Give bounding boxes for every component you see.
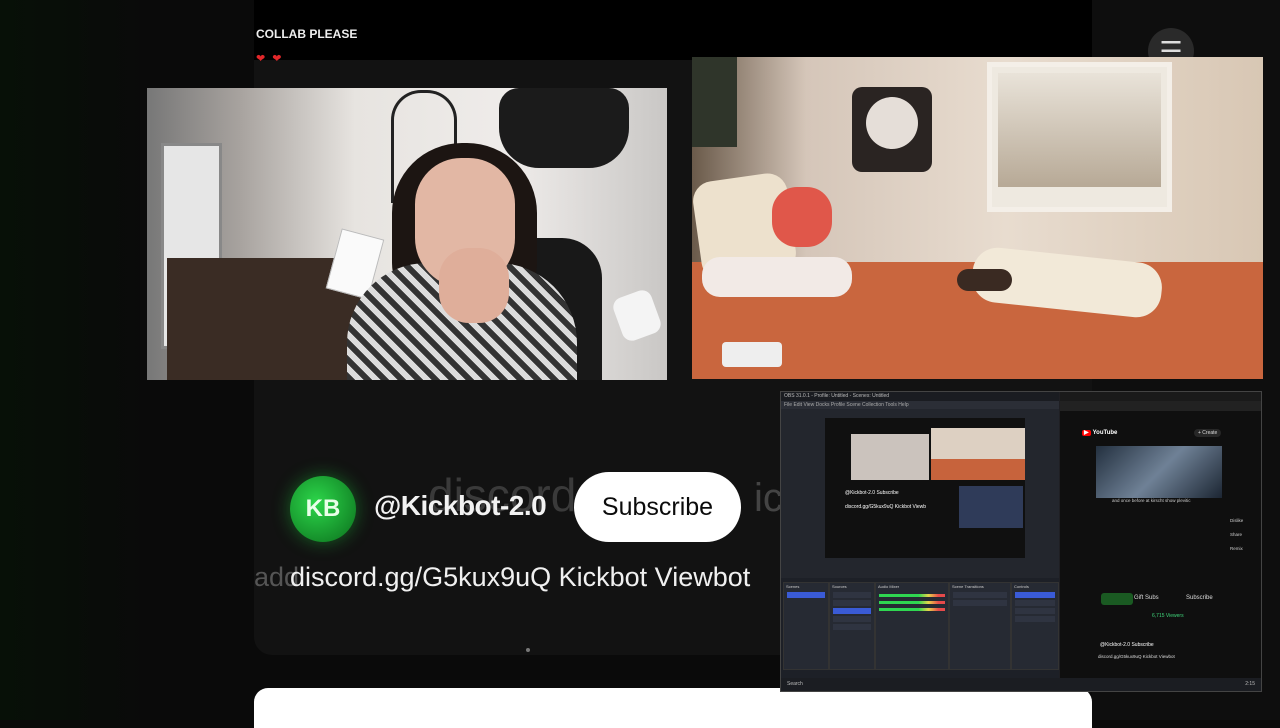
- dock-transitions: Scene Transitions: [949, 582, 1011, 670]
- viewer-count: 6,715 Viewers: [1152, 613, 1184, 619]
- dock-title: Audio Mixer: [878, 584, 900, 589]
- dock-item[interactable]: [1015, 608, 1055, 614]
- dock-title: Scene Transitions: [952, 584, 984, 589]
- dock-item[interactable]: [1015, 592, 1055, 598]
- cam2-window: [987, 62, 1172, 212]
- channel-avatar[interactable]: KB: [290, 476, 356, 542]
- cam2-power-strip: [722, 342, 782, 367]
- background-video-top: [254, 0, 1092, 60]
- dock-scenes: Scenes: [783, 582, 829, 670]
- dock-item[interactable]: [833, 616, 871, 622]
- cam2-white-pillow: [702, 257, 852, 297]
- taskbar-search: Search: [787, 681, 803, 687]
- taskbar: Search 2:15: [781, 678, 1261, 691]
- subscribe-button[interactable]: Subscribe: [574, 472, 741, 542]
- dock-item[interactable]: [833, 624, 871, 630]
- youtube-play-icon: ▶: [1082, 430, 1091, 436]
- cam2-bag-print: [852, 87, 932, 172]
- obs-preview-discord: discord.gg/G5kux9uQ Kickbot Viewb: [845, 504, 927, 510]
- gift-subs: Gift Subs: [1134, 595, 1159, 601]
- collab-text: COLLAB PLEASE: [256, 27, 358, 41]
- dock-controls: Controls: [1011, 582, 1059, 670]
- yt-green-button: [1101, 593, 1133, 605]
- bottom-white-bar: [254, 688, 1092, 728]
- obs-menubar: File Edit View Docks Profile Scene Colle…: [781, 401, 1059, 409]
- cam2-plant: [692, 57, 737, 147]
- discord-line: discord.gg/G5kux9uQ Kickbot Viewbot: [290, 562, 751, 592]
- dock-item[interactable]: [787, 592, 825, 598]
- webcam-bedroom: [692, 57, 1263, 379]
- cam2-red-pillow: [772, 187, 832, 247]
- cam2-sleeper: [957, 269, 1012, 291]
- dock-title: Sources: [832, 584, 847, 589]
- cam1-hand: [439, 248, 509, 323]
- browser-addressbar: [1060, 401, 1261, 411]
- yt-video: [1096, 446, 1222, 498]
- yt-subscribe: Subscribe: [1186, 595, 1213, 601]
- dock-item[interactable]: [833, 600, 871, 606]
- create-button: + Create: [1194, 429, 1222, 437]
- audio-meter: [879, 608, 945, 611]
- obs-preview-cam2: [931, 428, 1025, 480]
- taskbar-clock: 2:15: [1245, 681, 1255, 687]
- yt-discord: discord.gg/G5kux9uQ Kickbot Viewbot: [1098, 654, 1175, 659]
- youtube-logo-text: YouTube: [1092, 430, 1118, 436]
- obs-docks: Scenes Sources Audio Mixer Scene Transit…: [781, 578, 1059, 678]
- progress-dot: [526, 648, 530, 652]
- obs-preview-channel: @Kickbot-2.0 Subscribe: [845, 490, 899, 496]
- audio-meter: [879, 601, 945, 604]
- obs-titlebar: OBS 31.0.1 - Profile: Untitled - Scenes:…: [781, 392, 1059, 401]
- channel-name[interactable]: @Kickbot-2.0: [374, 490, 547, 522]
- browser-tabs: [1060, 392, 1261, 401]
- cam1-bag: [499, 88, 629, 168]
- cam2-window-view: [998, 73, 1161, 187]
- desktop-screenshot-thumbnail: OBS 31.0.1 - Profile: Untitled - Scenes:…: [780, 391, 1262, 692]
- dock-sources: Sources: [829, 582, 875, 670]
- youtube-logo: ▶ YouTube: [1082, 429, 1117, 436]
- webcam-person: S ,7: [147, 88, 667, 380]
- dock-item[interactable]: [1015, 600, 1055, 606]
- obs-preview: @Kickbot-2.0 Subscribe discord.gg/G5kux9…: [825, 418, 1025, 558]
- audio-meter: [879, 594, 945, 597]
- obs-preview-cam1: [851, 434, 929, 480]
- yt-side-actions: Dislike Share Remix: [1230, 514, 1243, 556]
- dock-title: Scenes: [786, 584, 800, 589]
- dock-item[interactable]: [953, 600, 1007, 606]
- dock-item[interactable]: [833, 592, 871, 598]
- dislike-label: Dislike: [1230, 518, 1244, 523]
- cam2-dog-print: [866, 97, 918, 149]
- dock-title: Controls: [1014, 584, 1029, 589]
- yt-video-caption: and once before at kirscht show plevitic: [1112, 498, 1191, 503]
- dock-item[interactable]: [1015, 616, 1055, 622]
- hearts-row: ❤ ❤: [256, 53, 284, 65]
- dock-item[interactable]: [953, 592, 1007, 598]
- share-label: Share: [1230, 532, 1243, 537]
- ghost-text-2: ic: [754, 476, 783, 520]
- dock-audio-mixer: Audio Mixer: [875, 582, 949, 670]
- yt-channel: @Kickbot-2.0 Subscribe: [1100, 642, 1154, 648]
- obs-preview-nested: [959, 486, 1023, 528]
- browser-youtube: ▶ YouTube + Create and once before at kir…: [1060, 392, 1261, 678]
- remix-label: Remix: [1230, 546, 1243, 551]
- obs-window: OBS 31.0.1 - Profile: Untitled - Scenes:…: [781, 392, 1059, 678]
- dock-item[interactable]: [833, 608, 871, 614]
